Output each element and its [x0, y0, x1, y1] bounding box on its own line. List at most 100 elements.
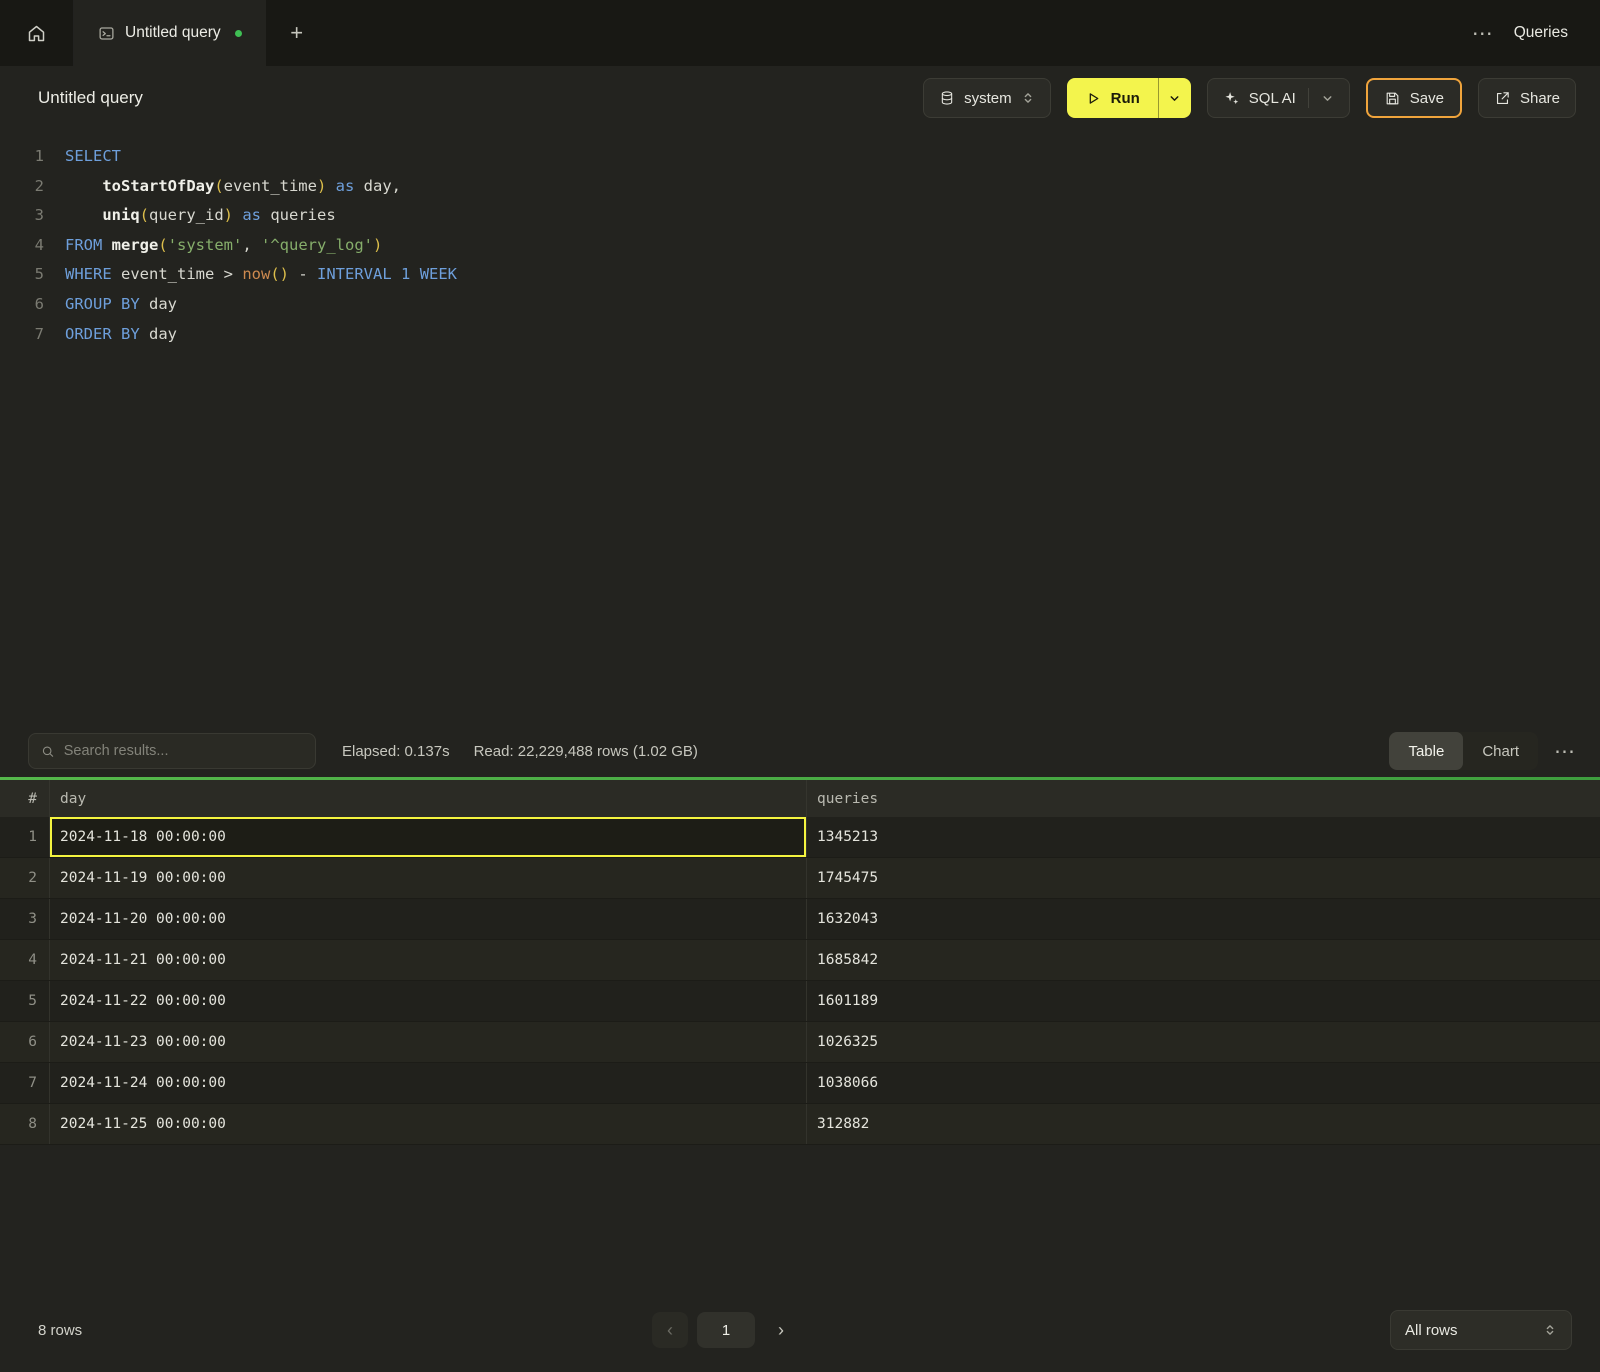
code-token: '^query_log'	[261, 236, 373, 254]
column-header-queries[interactable]: queries	[807, 780, 1600, 817]
run-button-group: Run	[1067, 78, 1191, 118]
queries-cell[interactable]: 312882	[807, 1104, 1600, 1144]
code-text: toStartOfDay(event_time) as day,	[65, 172, 401, 202]
queries-cell[interactable]: 1685842	[807, 940, 1600, 980]
results-empty-area	[0, 1145, 1600, 1288]
column-header-index[interactable]: #	[0, 780, 50, 817]
code-text: FROM merge('system', '^query_log')	[65, 231, 382, 261]
code-token	[65, 206, 102, 224]
sql-ai-label: SQL AI	[1249, 90, 1296, 107]
table-row: 12024-11-18 00:00:001345213	[0, 817, 1600, 858]
line-number: 3	[0, 201, 44, 231]
share-label: Share	[1520, 90, 1560, 107]
code-line: 6GROUP BY day	[0, 290, 1600, 320]
search-results-box[interactable]	[28, 733, 316, 769]
code-token: 'system'	[168, 236, 243, 254]
code-token: day,	[354, 177, 401, 195]
search-icon	[41, 744, 55, 759]
code-token: 1	[401, 265, 410, 283]
queries-cell[interactable]: 1038066	[807, 1063, 1600, 1103]
tabbar-more-button[interactable]: ⋯	[1472, 23, 1494, 44]
table-body: 12024-11-18 00:00:00134521322024-11-19 0…	[0, 817, 1600, 1145]
row-number-cell[interactable]: 7	[0, 1063, 50, 1103]
day-cell[interactable]: 2024-11-19 00:00:00	[50, 858, 807, 898]
row-number-cell[interactable]: 8	[0, 1104, 50, 1144]
day-cell[interactable]: 2024-11-25 00:00:00	[50, 1104, 807, 1144]
column-header-day[interactable]: day	[50, 780, 807, 817]
day-cell[interactable]: 2024-11-21 00:00:00	[50, 940, 807, 980]
code-token: merge	[112, 236, 159, 254]
search-input[interactable]	[64, 743, 303, 759]
row-number-cell[interactable]: 3	[0, 899, 50, 939]
table-row: 62024-11-23 00:00:001026325	[0, 1022, 1600, 1063]
day-cell[interactable]: 2024-11-18 00:00:00	[50, 817, 807, 857]
database-name: system	[964, 90, 1012, 107]
row-number-cell[interactable]: 4	[0, 940, 50, 980]
code-token: WEEK	[420, 265, 457, 283]
day-cell[interactable]: 2024-11-23 00:00:00	[50, 1022, 807, 1062]
code-token: day	[140, 325, 177, 343]
code-token	[326, 177, 335, 195]
line-number: 4	[0, 231, 44, 261]
queries-cell[interactable]: 1632043	[807, 899, 1600, 939]
code-token	[410, 265, 419, 283]
results-more-button[interactable]: ⋯	[1554, 741, 1576, 762]
code-token: as	[336, 177, 355, 195]
code-token: )	[317, 177, 326, 195]
day-cell[interactable]: 2024-11-20 00:00:00	[50, 899, 807, 939]
code-text: WHERE event_time > now() - INTERVAL 1 WE…	[65, 260, 457, 290]
code-token: day	[140, 295, 177, 313]
next-page-button[interactable]: ›	[764, 1312, 798, 1348]
run-button[interactable]: Run	[1067, 78, 1158, 118]
elapsed-stat: Elapsed: 0.137s	[342, 743, 450, 760]
row-number-cell[interactable]: 1	[0, 817, 50, 857]
queries-link[interactable]: Queries	[1514, 24, 1568, 42]
row-number-cell[interactable]: 2	[0, 858, 50, 898]
run-options-button[interactable]	[1158, 78, 1191, 118]
code-token: (	[214, 177, 223, 195]
queries-cell[interactable]: 1601189	[807, 981, 1600, 1021]
rows-per-page-selector[interactable]: All rows	[1390, 1310, 1572, 1350]
code-token: ORDER BY	[65, 325, 140, 343]
queries-cell[interactable]: 1345213	[807, 817, 1600, 857]
chart-view-button[interactable]: Chart	[1463, 732, 1538, 770]
code-text: ORDER BY day	[65, 320, 177, 350]
code-token	[233, 206, 242, 224]
table-view-button[interactable]: Table	[1389, 732, 1463, 770]
database-selector[interactable]: system	[923, 78, 1051, 118]
code-token: event_time >	[112, 265, 243, 283]
table-row: 82024-11-25 00:00:00312882	[0, 1104, 1600, 1145]
code-token: (	[158, 236, 167, 254]
previous-page-button[interactable]: ‹	[652, 1312, 688, 1348]
code-token: ,	[242, 236, 261, 254]
code-token: FROM	[65, 236, 102, 254]
save-button[interactable]: Save	[1366, 78, 1462, 118]
code-line: 3 uniq(query_id) as queries	[0, 201, 1600, 231]
row-number-cell[interactable]: 5	[0, 981, 50, 1021]
table-row: 22024-11-19 00:00:001745475	[0, 858, 1600, 899]
code-token: as	[242, 206, 261, 224]
updown-chevron-icon	[1543, 1323, 1557, 1337]
new-tab-button[interactable]: +	[266, 0, 328, 66]
share-button[interactable]: Share	[1478, 78, 1576, 118]
queries-cell[interactable]: 1026325	[807, 1022, 1600, 1062]
code-token: query_id	[149, 206, 224, 224]
row-number-cell[interactable]: 6	[0, 1022, 50, 1062]
sql-editor[interactable]: 1SELECT2 toStartOfDay(event_time) as day…	[0, 130, 1600, 725]
tab-untitled-query[interactable]: Untitled query	[74, 0, 266, 66]
code-token: GROUP BY	[65, 295, 140, 313]
code-token: event_time	[224, 177, 317, 195]
sql-ai-button[interactable]: SQL AI	[1207, 78, 1350, 118]
day-cell[interactable]: 2024-11-22 00:00:00	[50, 981, 807, 1021]
code-line: 7ORDER BY day	[0, 320, 1600, 350]
query-title: Untitled query	[38, 88, 143, 108]
table-row: 42024-11-21 00:00:001685842	[0, 940, 1600, 981]
line-number: 5	[0, 260, 44, 290]
current-page-button[interactable]: 1	[697, 1312, 755, 1348]
table-header: # day queries	[0, 780, 1600, 817]
home-button[interactable]	[0, 0, 74, 66]
day-cell[interactable]: 2024-11-24 00:00:00	[50, 1063, 807, 1103]
home-icon	[26, 23, 47, 44]
queries-cell[interactable]: 1745475	[807, 858, 1600, 898]
code-token: INTERVAL	[317, 265, 392, 283]
